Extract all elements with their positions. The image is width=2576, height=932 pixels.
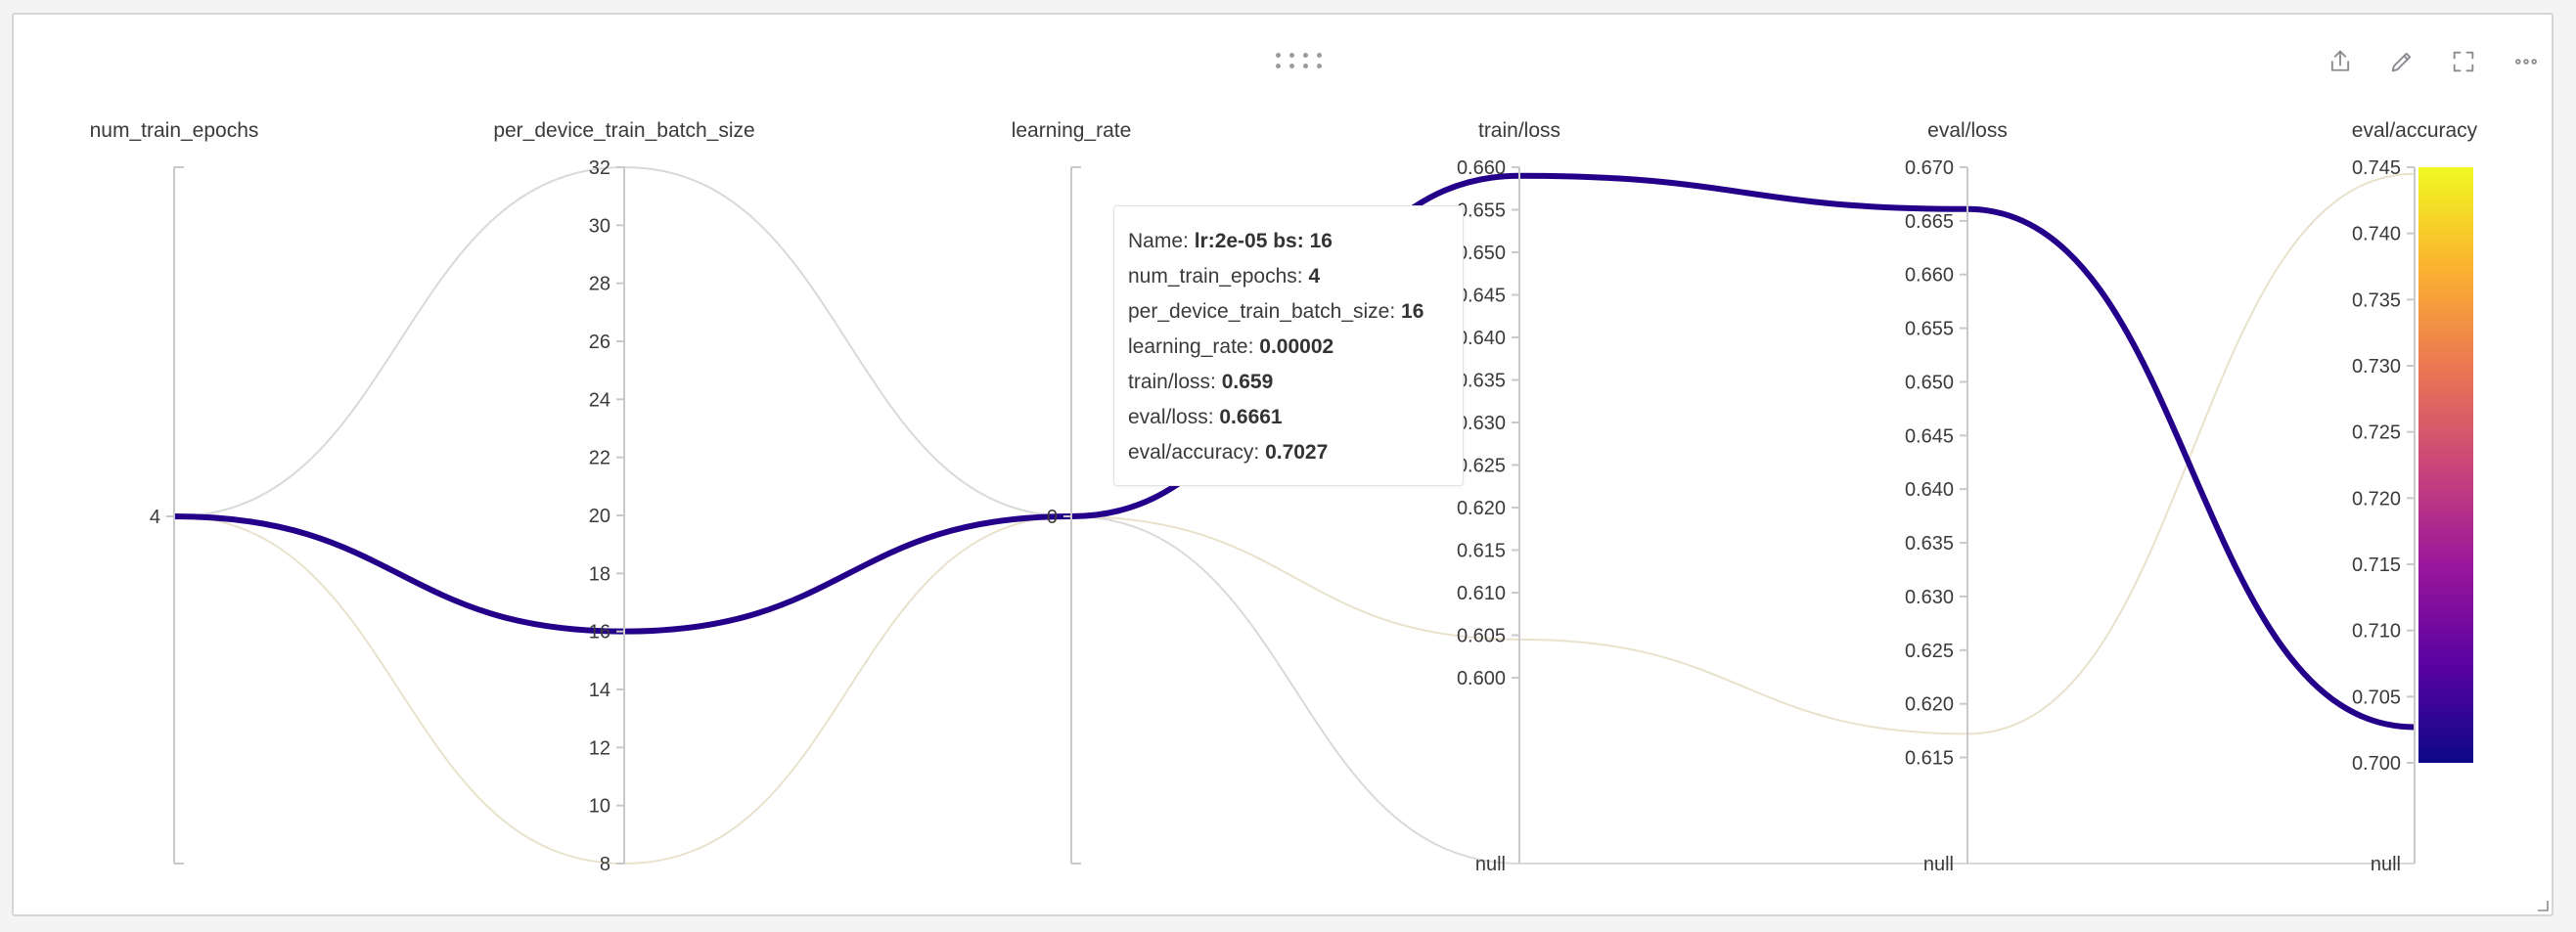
tick-label: 0.745 bbox=[2352, 157, 2401, 179]
axis-num-train-epochs[interactable]: num_train_epochs 4 bbox=[90, 119, 259, 865]
tick-label: 0.735 bbox=[2352, 289, 2401, 311]
tick-label: 0.630 bbox=[1905, 587, 1954, 608]
tick-label: 30 bbox=[589, 215, 610, 237]
tick-label: 0.640 bbox=[1457, 328, 1506, 349]
tick-label: 0.620 bbox=[1905, 694, 1954, 716]
axis-per-device-train-batch-size[interactable]: per_device_train_batch_size 8 10 12 14 16 18 20… bbox=[493, 119, 754, 875]
null-label: null bbox=[2371, 854, 2401, 875]
tick-label: 0.625 bbox=[1905, 641, 1954, 662]
tick-label: 0.605 bbox=[1457, 626, 1506, 647]
tick-label: 0.665 bbox=[1905, 211, 1954, 233]
tick-label: 0.610 bbox=[1457, 583, 1506, 604]
tick-label: 0.615 bbox=[1905, 748, 1954, 770]
tooltip-row-batch-size: per_device_train_batch_size: 16 bbox=[1128, 300, 1424, 323]
axis-title-learning-rate: learning_rate bbox=[1012, 119, 1132, 142]
tick-label: 0.625 bbox=[1457, 456, 1506, 477]
tick-label: 0.650 bbox=[1905, 372, 1954, 393]
null-label: null bbox=[1923, 854, 1954, 875]
tick-label: 0.705 bbox=[2352, 687, 2401, 708]
tick-label: 0.645 bbox=[1457, 286, 1506, 307]
tick-label: 0.655 bbox=[1457, 200, 1506, 222]
tick-label: 0.670 bbox=[1905, 157, 1954, 179]
tick-label: 0.655 bbox=[1905, 319, 1954, 340]
axis-title-train-loss: train/loss bbox=[1478, 119, 1560, 142]
tick-label: 0.700 bbox=[2352, 753, 2401, 775]
tick-label: 0.645 bbox=[1905, 425, 1954, 447]
tick-label: 0.730 bbox=[2352, 356, 2401, 377]
axis-title-per-device-train-batch-size: per_device_train_batch_size bbox=[493, 119, 754, 142]
tick-label: 18 bbox=[589, 563, 610, 585]
tooltip-row-name: Name: lr:2e-05 bs: 16 bbox=[1128, 230, 1333, 252]
tick-label: 0.620 bbox=[1457, 498, 1506, 519]
tick-label: 0 bbox=[1047, 507, 1058, 528]
tick-label: 24 bbox=[589, 389, 610, 411]
axis-train-loss[interactable]: train/loss 0.600 0.605 0.610 0.615 0.620 0.625… bbox=[1457, 119, 1560, 875]
tick-label: 0.710 bbox=[2352, 621, 2401, 643]
tick-label: 0.650 bbox=[1457, 243, 1506, 264]
tooltip-row-num-train-epochs: num_train_epochs: 4 bbox=[1128, 265, 1321, 288]
tick-label: 12 bbox=[589, 737, 610, 759]
tick-label: 0.720 bbox=[2352, 488, 2401, 510]
tick-label: 22 bbox=[589, 448, 610, 469]
axis-title-eval-accuracy: eval/accuracy bbox=[2352, 119, 2478, 142]
tick-label: 0.615 bbox=[1457, 541, 1506, 562]
tick-label: 26 bbox=[589, 332, 610, 353]
tick-label: 0.600 bbox=[1457, 668, 1506, 689]
null-label: null bbox=[1475, 854, 1506, 875]
tick-label: 14 bbox=[589, 680, 610, 701]
axis-title-eval-loss: eval/loss bbox=[1927, 119, 2008, 142]
tick-label: 16 bbox=[589, 622, 610, 644]
run-tooltip: Name: lr:2e-05 bs: 16 num_train_epochs: … bbox=[1113, 205, 1464, 486]
tick-label: 0.635 bbox=[1457, 371, 1506, 392]
tick-label: 0.660 bbox=[1905, 265, 1954, 287]
tick-label: 10 bbox=[589, 796, 610, 818]
tooltip-row-learning-rate: learning_rate: 0.00002 bbox=[1128, 335, 1334, 358]
tick-label: 0.640 bbox=[1905, 479, 1954, 501]
tick-label: 0.725 bbox=[2352, 422, 2401, 444]
tick-label: 20 bbox=[589, 506, 610, 527]
tooltip-row-eval-accuracy: eval/accuracy: 0.7027 bbox=[1128, 441, 1329, 464]
tick-label: 8 bbox=[600, 854, 610, 875]
tooltip-row-eval-loss: eval/loss: 0.6661 bbox=[1128, 406, 1283, 428]
tick-label: 0.660 bbox=[1457, 157, 1506, 179]
tick-label: 32 bbox=[589, 157, 610, 179]
tick-label: 0.630 bbox=[1457, 413, 1506, 434]
axis-eval-loss[interactable]: eval/loss 0.615 0.620 0.625 0.630 0.635 0.640 0… bbox=[1905, 119, 2008, 875]
colorbar bbox=[2418, 167, 2473, 763]
tooltip-row-train-loss: train/loss: 0.659 bbox=[1128, 371, 1274, 393]
tick-label: 4 bbox=[150, 507, 160, 528]
tick-label: 0.635 bbox=[1905, 533, 1954, 555]
axis-title-num-train-epochs: num_train_epochs bbox=[90, 119, 259, 142]
tick-label: 28 bbox=[589, 274, 610, 295]
tick-label: 0.715 bbox=[2352, 555, 2401, 576]
tick-label: 0.740 bbox=[2352, 224, 2401, 245]
